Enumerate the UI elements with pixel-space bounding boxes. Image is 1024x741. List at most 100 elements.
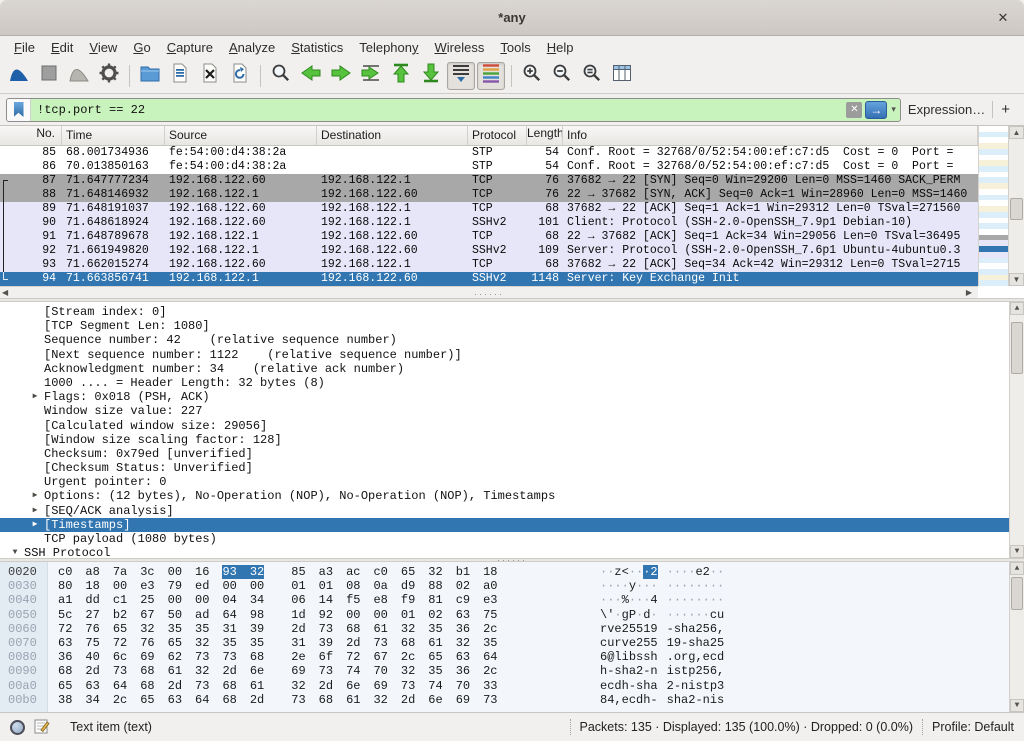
detail-line[interactable]: Checksum: 0x79ed [unverified]	[0, 447, 1024, 461]
column-header-time[interactable]: Time	[62, 126, 165, 145]
menu-item-file[interactable]: File	[6, 38, 43, 57]
detail-line[interactable]: Sequence number: 42 (relative sequence n…	[0, 333, 1024, 347]
detail-line[interactable]: [Calculated window size: 29056]	[0, 419, 1024, 433]
packet-row-94[interactable]: 9471.663856741192.168.122.1192.168.122.6…	[0, 272, 978, 286]
hex-row-0090[interactable]: 0090682d736861322d6e697374703235362ch-sh…	[0, 664, 1024, 678]
expert-info-icon[interactable]	[10, 720, 25, 735]
scroll-down-icon[interactable]: ▼	[1009, 273, 1024, 286]
menu-item-go[interactable]: Go	[125, 38, 158, 57]
detail-line[interactable]: ▶[Timestamps]	[0, 518, 1024, 532]
go-to-packet-button[interactable]	[357, 62, 385, 90]
capture-options-button[interactable]	[95, 62, 123, 90]
menu-item-statistics[interactable]: Statistics	[283, 38, 351, 57]
packet-row-92[interactable]: 9271.661949820192.168.122.1192.168.122.6…	[0, 244, 978, 258]
scroll-down-icon[interactable]: ▼	[1010, 699, 1024, 712]
add-filter-button[interactable]: +	[992, 101, 1018, 118]
close-icon[interactable]: ✕	[994, 9, 1012, 27]
stop-capture-button[interactable]	[35, 62, 63, 90]
capture-comment-icon[interactable]	[34, 718, 50, 737]
go-first-packet-button[interactable]	[387, 62, 415, 90]
menu-item-tools[interactable]: Tools	[492, 38, 538, 57]
status-field-label[interactable]: Text item (text)	[70, 720, 561, 734]
menu-item-help[interactable]: Help	[539, 38, 582, 57]
display-filter-field[interactable]: !tcp.port == 22 ✕ → ▾	[6, 98, 901, 122]
status-profile[interactable]: Profile: Default	[932, 720, 1014, 734]
save-file-button[interactable]	[166, 62, 194, 90]
open-file-button[interactable]	[136, 62, 164, 90]
restart-capture-button[interactable]	[65, 62, 93, 90]
hex-row-0030[interactable]: 0030801800e379ed00000101080ad98802a0····…	[0, 579, 1024, 593]
detail-line[interactable]: TCP payload (1080 bytes)	[0, 532, 1024, 546]
hex-row-00b0[interactable]: 00b038342c656364682d736861322d6e697384,e…	[0, 693, 1024, 707]
find-packet-button[interactable]	[267, 62, 295, 90]
zoom-100-button[interactable]	[578, 62, 606, 90]
hex-row-0060[interactable]: 006072766532353531392d7368613235362crve2…	[0, 622, 1024, 636]
scroll-up-icon[interactable]: ▲	[1010, 562, 1024, 575]
expander-icon[interactable]: ▶	[26, 489, 44, 503]
filter-apply-button[interactable]: →	[865, 101, 887, 119]
column-header-protocol[interactable]: Protocol	[468, 126, 527, 145]
auto-scroll-toggle[interactable]	[447, 62, 475, 90]
packet-row-87[interactable]: 8771.647777234192.168.122.60192.168.122.…	[0, 174, 978, 188]
go-last-packet-button[interactable]	[417, 62, 445, 90]
scrollbar-thumb[interactable]	[1011, 322, 1023, 373]
detail-line[interactable]: Acknowledgment number: 34 (relative ack …	[0, 362, 1024, 376]
resize-columns-button[interactable]	[608, 62, 636, 90]
scrollbar-thumb[interactable]	[1010, 198, 1023, 220]
close-file-button[interactable]	[196, 62, 224, 90]
start-capture-button[interactable]	[5, 62, 33, 90]
title-bar[interactable]: *any ✕	[0, 0, 1024, 36]
menu-item-view[interactable]: View	[81, 38, 125, 57]
detail-line[interactable]: Urgent pointer: 0	[0, 475, 1024, 489]
hex-row-0070[interactable]: 0070637572766532353531392d7368613235curv…	[0, 636, 1024, 650]
hscroll-right-icon[interactable]: ▶	[966, 288, 972, 297]
filter-clear-button[interactable]: ✕	[846, 102, 862, 118]
detail-line[interactable]: 1000 .... = Header Length: 32 bytes (8)	[0, 376, 1024, 390]
packet-row-89[interactable]: 8971.648191037192.168.122.60192.168.122.…	[0, 202, 978, 216]
pane-splitter-handle[interactable]: ······	[474, 289, 504, 298]
scroll-up-icon[interactable]: ▲	[1010, 302, 1024, 315]
detail-line[interactable]: [TCP Segment Len: 1080]	[0, 319, 1024, 333]
scroll-up-icon[interactable]: ▲	[1009, 126, 1024, 139]
menu-item-telephony[interactable]: Telephony	[351, 38, 426, 57]
hex-row-0020[interactable]: 0020c0a87a3c0016933285a3acc06532b118··z<…	[0, 565, 1024, 579]
go-forward-button[interactable]	[327, 62, 355, 90]
reload-file-button[interactable]	[226, 62, 254, 90]
expander-icon[interactable]: ▼	[6, 546, 24, 558]
menu-item-edit[interactable]: Edit	[43, 38, 81, 57]
zoom-in-button[interactable]	[518, 62, 546, 90]
hex-row-0040[interactable]: 0040a1ddc125000004340614f5e8f981c9e3···%…	[0, 593, 1024, 607]
packet-row-91[interactable]: 9171.648789678192.168.122.1192.168.122.6…	[0, 230, 978, 244]
expander-icon[interactable]: ▶	[26, 390, 44, 404]
hscroll-left-icon[interactable]: ◀	[2, 288, 8, 297]
packet-list-vscrollbar[interactable]: ▲ ▼	[1008, 126, 1024, 286]
scroll-down-icon[interactable]: ▼	[1010, 545, 1024, 558]
filter-bookmark-button[interactable]	[7, 99, 31, 121]
detail-line[interactable]: [Stream index: 0]	[0, 305, 1024, 319]
packet-list-hscrollbar[interactable]: ◀ ▶ ······	[0, 286, 978, 298]
packet-row-85[interactable]: 8568.001734936fe:54:00:d4:38:2aSTP54Conf…	[0, 146, 978, 160]
column-header-length[interactable]: Length	[527, 126, 563, 145]
details-vscrollbar[interactable]: ▲ ▼	[1009, 302, 1024, 558]
detail-line[interactable]: ▶Options: (12 bytes), No-Operation (NOP)…	[0, 489, 1024, 503]
menu-item-capture[interactable]: Capture	[159, 38, 221, 57]
packet-row-93[interactable]: 9371.662015274192.168.122.60192.168.122.…	[0, 258, 978, 272]
detail-line[interactable]: ▶Flags: 0x018 (PSH, ACK)	[0, 390, 1024, 404]
detail-line[interactable]: [Next sequence number: 1122 (relative se…	[0, 348, 1024, 362]
menu-item-wireless[interactable]: Wireless	[427, 38, 493, 57]
column-header-info[interactable]: Info	[563, 126, 978, 145]
display-filter-input[interactable]: !tcp.port == 22	[31, 103, 846, 117]
go-back-button[interactable]	[297, 62, 325, 90]
packet-row-88[interactable]: 8871.648146932192.168.122.1192.168.122.6…	[0, 188, 978, 202]
expander-icon[interactable]: ▶	[26, 518, 44, 532]
expression-button[interactable]: Expression…	[908, 102, 985, 117]
detail-line[interactable]: [Checksum Status: Unverified]	[0, 461, 1024, 475]
column-header-source[interactable]: Source	[165, 126, 317, 145]
expander-icon[interactable]: ▶	[26, 504, 44, 518]
bytes-vscrollbar[interactable]: ▲ ▼	[1009, 562, 1024, 712]
column-header-destination[interactable]: Destination	[317, 126, 468, 145]
detail-line[interactable]: Window size value: 227	[0, 404, 1024, 418]
menu-item-analyze[interactable]: Analyze	[221, 38, 283, 57]
hex-row-0080[interactable]: 008036406c69627373682e6f72672c6563646@li…	[0, 650, 1024, 664]
colorize-toggle[interactable]	[477, 62, 505, 90]
